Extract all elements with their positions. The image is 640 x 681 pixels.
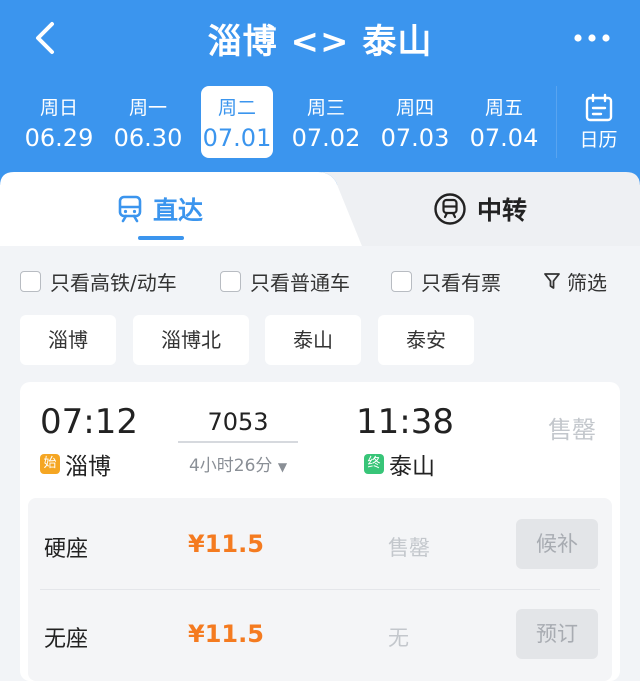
seat-price-standing: ¥11.5	[188, 620, 264, 648]
date-value: 07.04	[469, 124, 539, 152]
date-weekday: 周五	[484, 97, 523, 119]
date-item-0630[interactable]: 周一 06.30	[103, 86, 193, 158]
departure-station: 始 淄博	[40, 449, 111, 480]
date-item-0702[interactable]: 周三 07.02	[281, 86, 371, 158]
caret-down-icon: ▼	[277, 460, 288, 474]
end-badge: 终	[364, 454, 384, 474]
train-icon	[118, 195, 142, 223]
page-title: 淄博 <> 泰山	[207, 22, 433, 62]
station-chip-taishan[interactable]: 泰山	[265, 315, 361, 365]
date-item-0703[interactable]: 周四 07.03	[370, 86, 460, 158]
active-tab-indicator	[138, 236, 184, 240]
filter-regular-label: 只看普通车	[250, 270, 350, 295]
calendar-label: 日历	[579, 129, 618, 151]
date-weekday: 周日	[39, 97, 78, 119]
duration-text: 4小时26分	[188, 456, 273, 476]
date-value: 07.03	[380, 124, 450, 152]
seat-availability-hard-seat: 售罄	[388, 536, 430, 560]
train-number: 7053	[207, 408, 269, 436]
date-weekday: 周一	[128, 97, 167, 119]
duration-toggle[interactable]: 4小时26分 ▼	[178, 451, 298, 476]
train-status: 售罄	[548, 416, 596, 444]
tab-transfer-label: 中转	[476, 196, 527, 225]
book-button[interactable]: 预订	[516, 609, 598, 659]
arrival-time: 11:38	[356, 402, 454, 442]
seat-type-standing: 无座	[44, 627, 89, 652]
checkbox-box	[220, 270, 241, 292]
date-value: 07.02	[291, 124, 361, 152]
filter-button[interactable]: 筛选	[543, 268, 607, 295]
checkbox-box	[20, 270, 41, 292]
date-weekday: 周三	[306, 97, 345, 119]
arrival-station: 终 泰山	[364, 449, 435, 480]
date-weekday: 周二	[217, 97, 256, 119]
filter-available-checkbox[interactable]: 只看有票	[391, 268, 501, 295]
filter-available-label: 只看有票	[421, 270, 501, 295]
filter-high-speed-checkbox[interactable]: 只看高铁/动车	[20, 268, 177, 295]
date-selector: 周日 06.29 周一 06.30 周二 07.01 周三 07.02 周四 0…	[14, 86, 554, 158]
transfer-train-icon	[434, 193, 466, 225]
station-chip-taian[interactable]: 泰安	[378, 315, 474, 365]
date-value: 06.30	[113, 124, 183, 152]
route-type-tabs: 直达 中转	[0, 172, 640, 246]
departure-time: 07:12	[40, 402, 138, 442]
departure-station-name: 淄博	[65, 454, 111, 480]
seat-availability-standing: 无	[388, 626, 409, 650]
calendar-button[interactable]: 日历	[556, 86, 640, 158]
filter-button-label: 筛选	[567, 270, 607, 295]
header-bar: 淄博 <> 泰山 周日 06.29 周一 06.30 周二 07.01 周三 0…	[0, 0, 640, 185]
date-weekday: 周四	[395, 97, 434, 119]
station-chip-zibo-north[interactable]: 淄博北	[133, 315, 249, 365]
seat-type-hard-seat: 硬座	[44, 537, 89, 562]
start-badge: 始	[40, 454, 60, 474]
seat-price-hard-seat: ¥11.5	[188, 530, 264, 558]
filter-high-speed-label: 只看高铁/动车	[50, 270, 177, 295]
date-item-0629[interactable]: 周日 06.29	[14, 86, 104, 158]
date-value: 06.29	[24, 124, 94, 152]
funnel-icon	[544, 273, 560, 289]
tab-transfer[interactable]: 中转	[320, 172, 640, 246]
station-chip-zibo[interactable]: 淄博	[20, 315, 116, 365]
tab-direct[interactable]: 直达	[0, 172, 320, 246]
route-line	[178, 441, 298, 443]
filter-regular-checkbox[interactable]: 只看普通车	[220, 268, 350, 295]
waitlist-button[interactable]: 候补	[516, 519, 598, 569]
date-value: 07.01	[202, 124, 272, 152]
arrival-station-name: 泰山	[389, 454, 435, 480]
date-item-0701-selected[interactable]: 周二 07.01	[201, 86, 273, 158]
more-dots-icon[interactable]	[572, 30, 612, 46]
date-item-0704[interactable]: 周五 07.04	[459, 86, 549, 158]
seat-divider	[40, 589, 600, 590]
checkbox-box	[391, 270, 412, 292]
tab-direct-label: 直达	[152, 196, 203, 225]
calendar-icon	[585, 93, 612, 122]
